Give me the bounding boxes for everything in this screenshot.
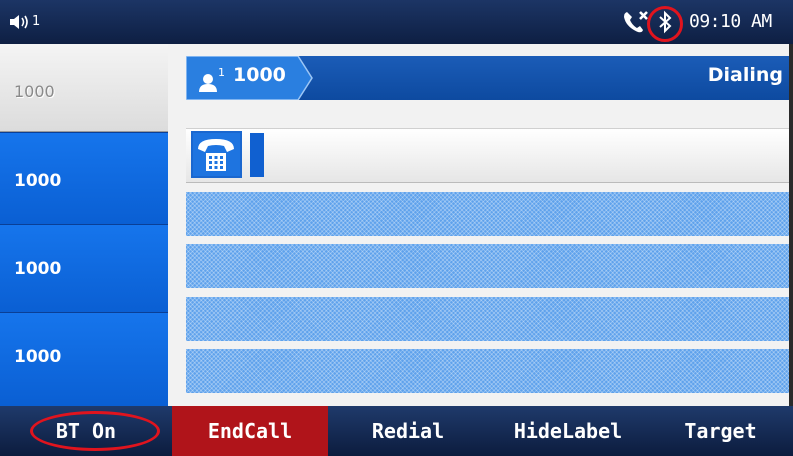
bluetooth-highlight-circle (647, 6, 683, 42)
keypad-phone-icon (191, 131, 242, 178)
target-button[interactable]: Target (648, 406, 793, 456)
empty-call-slot (186, 349, 789, 393)
hide-label-button[interactable]: HideLabel (488, 406, 648, 456)
call-status: Dialing (707, 64, 783, 86)
missed-call-icon (624, 11, 648, 33)
account-index: 1 (218, 66, 225, 79)
line-key-label: 1000 (14, 347, 62, 367)
line-key-3[interactable]: 1000 (0, 224, 168, 312)
speaker-icon (10, 15, 28, 29)
empty-call-slot (186, 244, 789, 288)
line-key-label: 1000 (14, 259, 62, 279)
clock: 09:10 AM (689, 11, 772, 32)
line-key-label: 1000 (14, 171, 62, 191)
call-number: 1000 (233, 64, 286, 86)
redial-button[interactable]: Redial (328, 406, 488, 456)
line-panel: 1000 1000 1000 1000 (0, 44, 168, 406)
user-icon: 1 (199, 66, 225, 92)
end-call-button[interactable]: EndCall (172, 406, 328, 456)
phone-screen: 1 09:10 AM 1000 1000 1000 1000 1 1000 Di… (0, 0, 793, 456)
line-key-2[interactable]: 1000 (0, 132, 168, 224)
text-cursor (250, 133, 264, 177)
dial-input-row[interactable] (186, 128, 789, 183)
volume-level: 1 (32, 14, 41, 29)
bt-on-highlight-circle (30, 411, 160, 451)
call-area-border (789, 44, 793, 406)
empty-call-slot (186, 297, 789, 341)
line-key-4[interactable]: 1000 (0, 312, 168, 406)
line-key-label: 1000 (14, 82, 55, 101)
volume-indicator: 1 (8, 13, 40, 31)
line-key-1[interactable]: 1000 (0, 44, 168, 132)
empty-call-slot (186, 192, 789, 236)
